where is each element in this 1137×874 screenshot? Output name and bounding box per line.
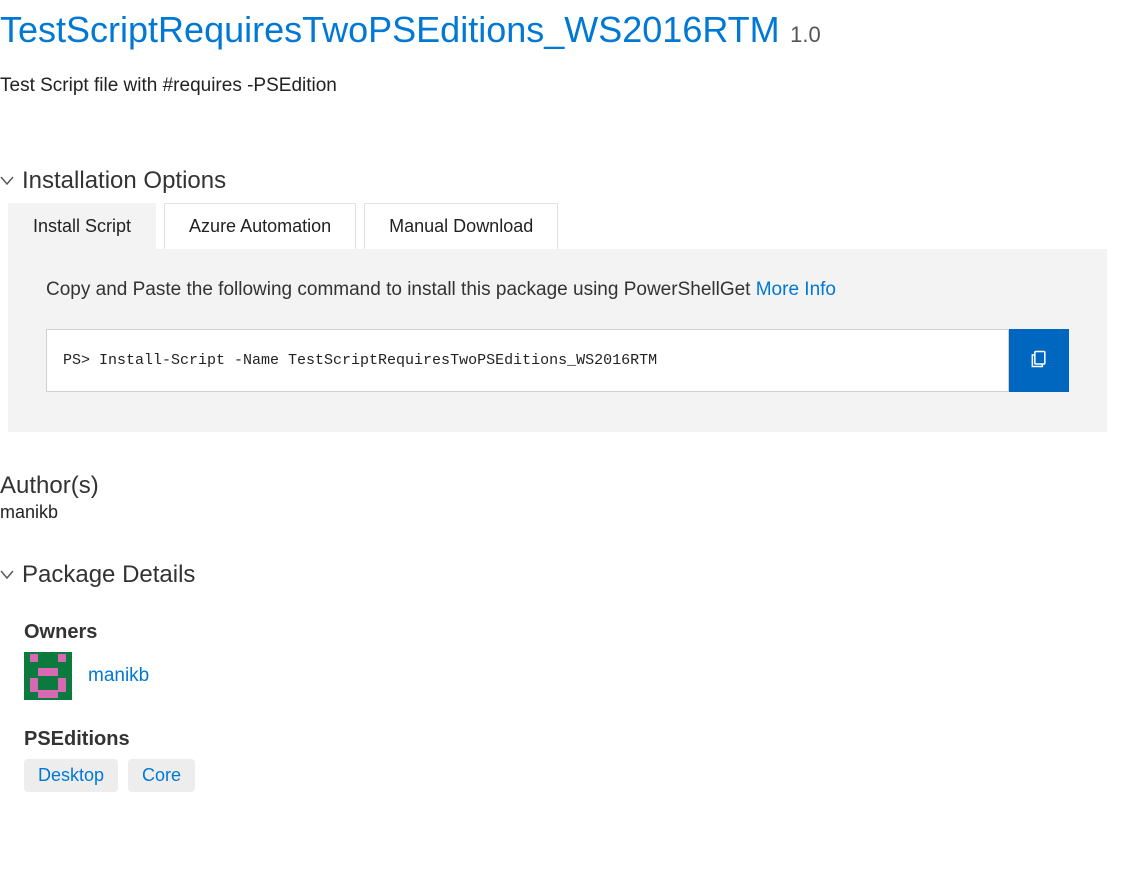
tab-azure-automation[interactable]: Azure Automation bbox=[164, 203, 356, 249]
install-instruction-text: Copy and Paste the following command to … bbox=[46, 279, 756, 300]
authors-value: manikb bbox=[0, 502, 1133, 523]
owners-heading: Owners bbox=[24, 621, 1137, 644]
owner-row: manikb bbox=[24, 652, 1137, 700]
copy-button[interactable] bbox=[1009, 329, 1069, 392]
package-description: Test Script file with #requires -PSEditi… bbox=[0, 75, 1133, 97]
package-title-row: TestScriptRequiresTwoPSEditions_WS2016RT… bbox=[0, 0, 1137, 51]
copy-icon bbox=[1029, 347, 1049, 374]
package-version: 1.0 bbox=[790, 22, 821, 47]
authors-heading: Author(s) bbox=[0, 472, 1133, 500]
command-row: PS> Install-Script -Name TestScriptRequi… bbox=[46, 329, 1069, 392]
psedition-tag-desktop[interactable]: Desktop bbox=[24, 759, 118, 792]
more-info-link[interactable]: More Info bbox=[756, 279, 836, 300]
psedition-tag-core[interactable]: Core bbox=[128, 759, 195, 792]
package-details-body: Owners manikb PSEditions Desktop Core bbox=[0, 597, 1137, 792]
installation-options-header[interactable]: Installation Options bbox=[0, 167, 1133, 195]
install-instruction: Copy and Paste the following command to … bbox=[46, 279, 1069, 301]
install-tabs: Install Script Azure Automation Manual D… bbox=[8, 203, 1137, 249]
package-name[interactable]: TestScriptRequiresTwoPSEditions_WS2016RT… bbox=[0, 9, 780, 50]
tab-install-script-label: Install Script bbox=[33, 216, 131, 236]
pseditions-tags: Desktop Core bbox=[24, 759, 1137, 792]
install-panel: Copy and Paste the following command to … bbox=[8, 249, 1107, 432]
tab-manual-download-label: Manual Download bbox=[389, 216, 533, 236]
tab-manual-download[interactable]: Manual Download bbox=[364, 203, 558, 249]
pseditions-heading: PSEditions bbox=[24, 728, 1137, 751]
tab-azure-automation-label: Azure Automation bbox=[189, 216, 331, 236]
installation-options-label: Installation Options bbox=[22, 167, 226, 195]
owner-link[interactable]: manikb bbox=[88, 665, 149, 687]
chevron-down-icon bbox=[0, 564, 18, 585]
authors-block: Author(s) manikb bbox=[0, 472, 1133, 523]
chevron-down-icon bbox=[0, 170, 18, 191]
package-details-label: Package Details bbox=[22, 561, 195, 589]
owner-avatar[interactable] bbox=[24, 652, 72, 700]
install-command[interactable]: PS> Install-Script -Name TestScriptRequi… bbox=[46, 329, 1009, 392]
package-details-header[interactable]: Package Details bbox=[0, 561, 1133, 589]
tab-install-script[interactable]: Install Script bbox=[8, 203, 156, 249]
